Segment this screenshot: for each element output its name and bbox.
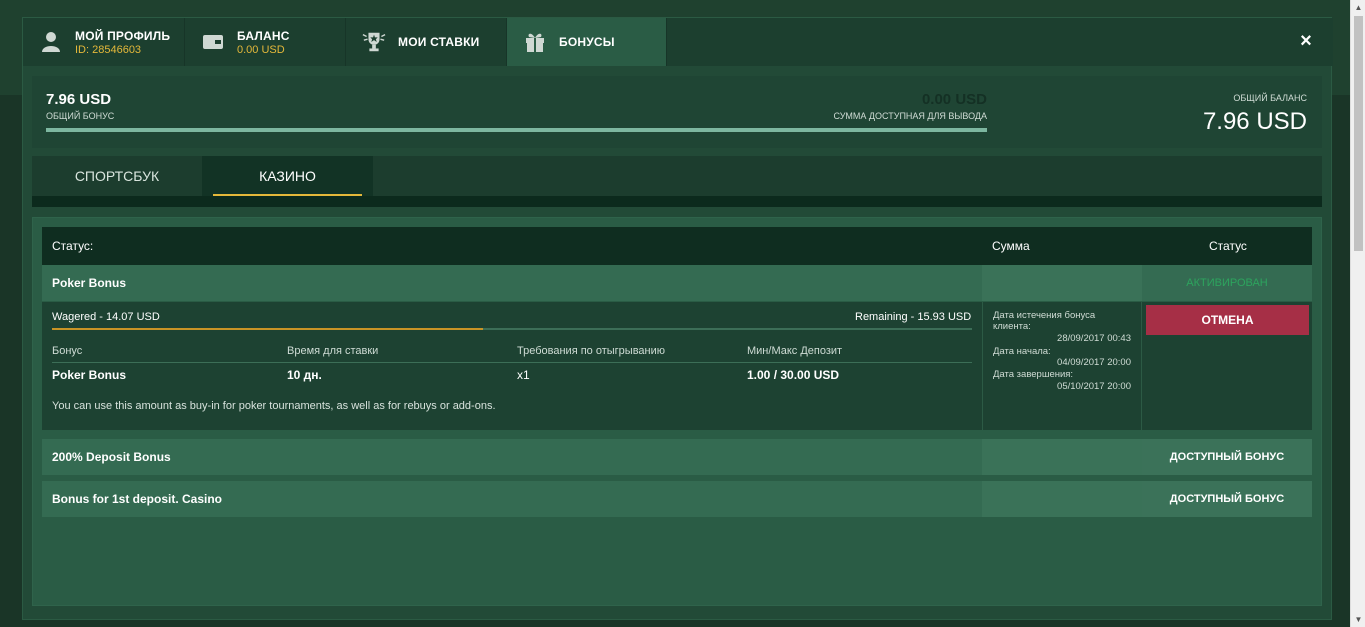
expiry-label-2: клиента: (993, 321, 1031, 332)
page-scrollbar[interactable]: ▲ ▼ (1350, 0, 1365, 627)
balance-progress-bar (46, 128, 987, 132)
gift-icon (523, 30, 547, 54)
bonus-row-sum (982, 481, 1142, 517)
profile-id: ID: 28546603 (75, 43, 142, 56)
scroll-down-icon[interactable]: ▼ (1351, 612, 1365, 627)
tab-sportsbook[interactable]: СПОРТСБУК (32, 156, 202, 196)
end-value: 05/10/2017 20:00 (1057, 381, 1131, 392)
account-nav: МОЙ ПРОФИЛЬ ID: 28546603 БАЛАНС 0.00 USD… (23, 18, 1333, 66)
tab-my-bets-title: МОИ СТАВКИ (398, 35, 480, 49)
withdrawable-label: СУММА ДОСТУПНАЯ ДЛЯ ВЫВОДА (833, 111, 987, 121)
bonus-row-first-deposit[interactable]: Bonus for 1st deposit. Casino ДОСТУПНЫЙ … (42, 481, 1312, 517)
trophy-icon (362, 30, 386, 54)
close-icon[interactable]: × (1297, 31, 1315, 51)
total-balance-label: ОБЩИЙ БАЛАНС (1233, 93, 1307, 103)
status-badge[interactable]: ДОСТУПНЫЙ БОНУС (1142, 439, 1312, 475)
bonus-row-poker[interactable]: Poker Bonus АКТИВИРОВАН (42, 265, 1312, 301)
val-min-max-deposit: 1.00 / 30.00 USD (747, 368, 840, 382)
tab-balance-title: БАЛАНС (237, 28, 290, 43)
status-badge: АКТИВИРОВАН (1142, 265, 1312, 301)
remaining-amount: Remaining - 15.93 USD (855, 311, 972, 323)
header-status-right: Статус (1209, 239, 1247, 253)
cancel-bonus-button[interactable]: ОТМЕНА (1146, 305, 1309, 335)
bonus-dates: Дата истечения бонуса клиента: 28/09/201… (982, 302, 1142, 430)
tab-bonuses[interactable]: БОНУСЫ (507, 18, 667, 66)
tab-casino-label: КАЗИНО (259, 168, 316, 184)
bonus-row-sum (982, 265, 1142, 301)
total-bonus-amount: 7.96 USD (46, 91, 112, 108)
tab-profile-title: МОЙ ПРОФИЛЬ (75, 28, 171, 43)
scroll-up-icon[interactable]: ▲ (1351, 0, 1365, 15)
bonus-row-name: 200% Deposit Bonus (52, 450, 171, 464)
col-bet-time: Время для ставки (287, 345, 379, 357)
bonus-row-name: Bonus for 1st deposit. Casino (52, 492, 223, 506)
bonus-list-panel: Статус: Сумма Статус Poker Bonus АКТИВИР… (32, 217, 1322, 606)
expiry-value: 28/09/2017 00:43 (1057, 333, 1131, 344)
col-wager-req: Требования по отыгрыванию (517, 345, 665, 357)
table-header: Статус: Сумма Статус (42, 227, 1312, 265)
col-min-max-deposit: Мин/Макс Депозит (747, 345, 843, 357)
bonus-row-name: Poker Bonus (52, 276, 127, 290)
val-bet-time: 10 дн. (287, 368, 322, 382)
wallet-icon (201, 30, 225, 54)
user-icon (39, 30, 63, 54)
account-modal: МОЙ ПРОФИЛЬ ID: 28546603 БАЛАНС 0.00 USD… (22, 17, 1333, 620)
col-bonus: Бонус (52, 345, 83, 357)
end-label: Дата завершения: (993, 369, 1074, 380)
tab-casino[interactable]: КАЗИНО (202, 156, 373, 196)
scrollbar-thumb[interactable] (1354, 16, 1363, 251)
tab-bonuses-title: БОНУСЫ (559, 35, 615, 49)
wager-progress-fill (52, 328, 484, 330)
start-label: Дата начала: (993, 346, 1051, 357)
val-wager-req: x1 (517, 368, 530, 382)
product-tabs: СПОРТСБУК КАЗИНО (32, 156, 1322, 207)
balance-summary: 7.96 USD ОБЩИЙ БОНУС 0.00 USD СУММА ДОСТ… (32, 76, 1322, 148)
total-balance-amount: 7.96 USD (1202, 108, 1307, 135)
tab-balance[interactable]: БАЛАНС 0.00 USD (185, 18, 346, 66)
status-badge[interactable]: ДОСТУПНЫЙ БОНУС (1142, 481, 1312, 517)
bonus-description: You can use this amount as buy-in for po… (52, 400, 496, 412)
header-status: Статус: (52, 239, 94, 253)
bonus-detail: Wagered - 14.07 USD Remaining - 15.93 US… (42, 302, 1312, 430)
withdrawable-amount: 0.00 USD (921, 91, 987, 108)
start-value: 04/09/2017 20:00 (1057, 357, 1131, 368)
wagered-amount: Wagered - 14.07 USD (52, 311, 160, 323)
header-sum: Сумма (992, 239, 1030, 253)
balance-value: 0.00 USD (237, 43, 285, 56)
tab-profile[interactable]: МОЙ ПРОФИЛЬ ID: 28546603 (23, 18, 185, 66)
tab-my-bets[interactable]: МОИ СТАВКИ (346, 18, 507, 66)
expiry-label: Дата истечения бонуса (993, 310, 1096, 321)
bonus-row-sum (982, 439, 1142, 475)
bonus-row-deposit-200[interactable]: 200% Deposit Bonus ДОСТУПНЫЙ БОНУС (42, 439, 1312, 475)
total-bonus-label: ОБЩИЙ БОНУС (46, 111, 115, 121)
val-bonus: Poker Bonus (52, 368, 127, 382)
